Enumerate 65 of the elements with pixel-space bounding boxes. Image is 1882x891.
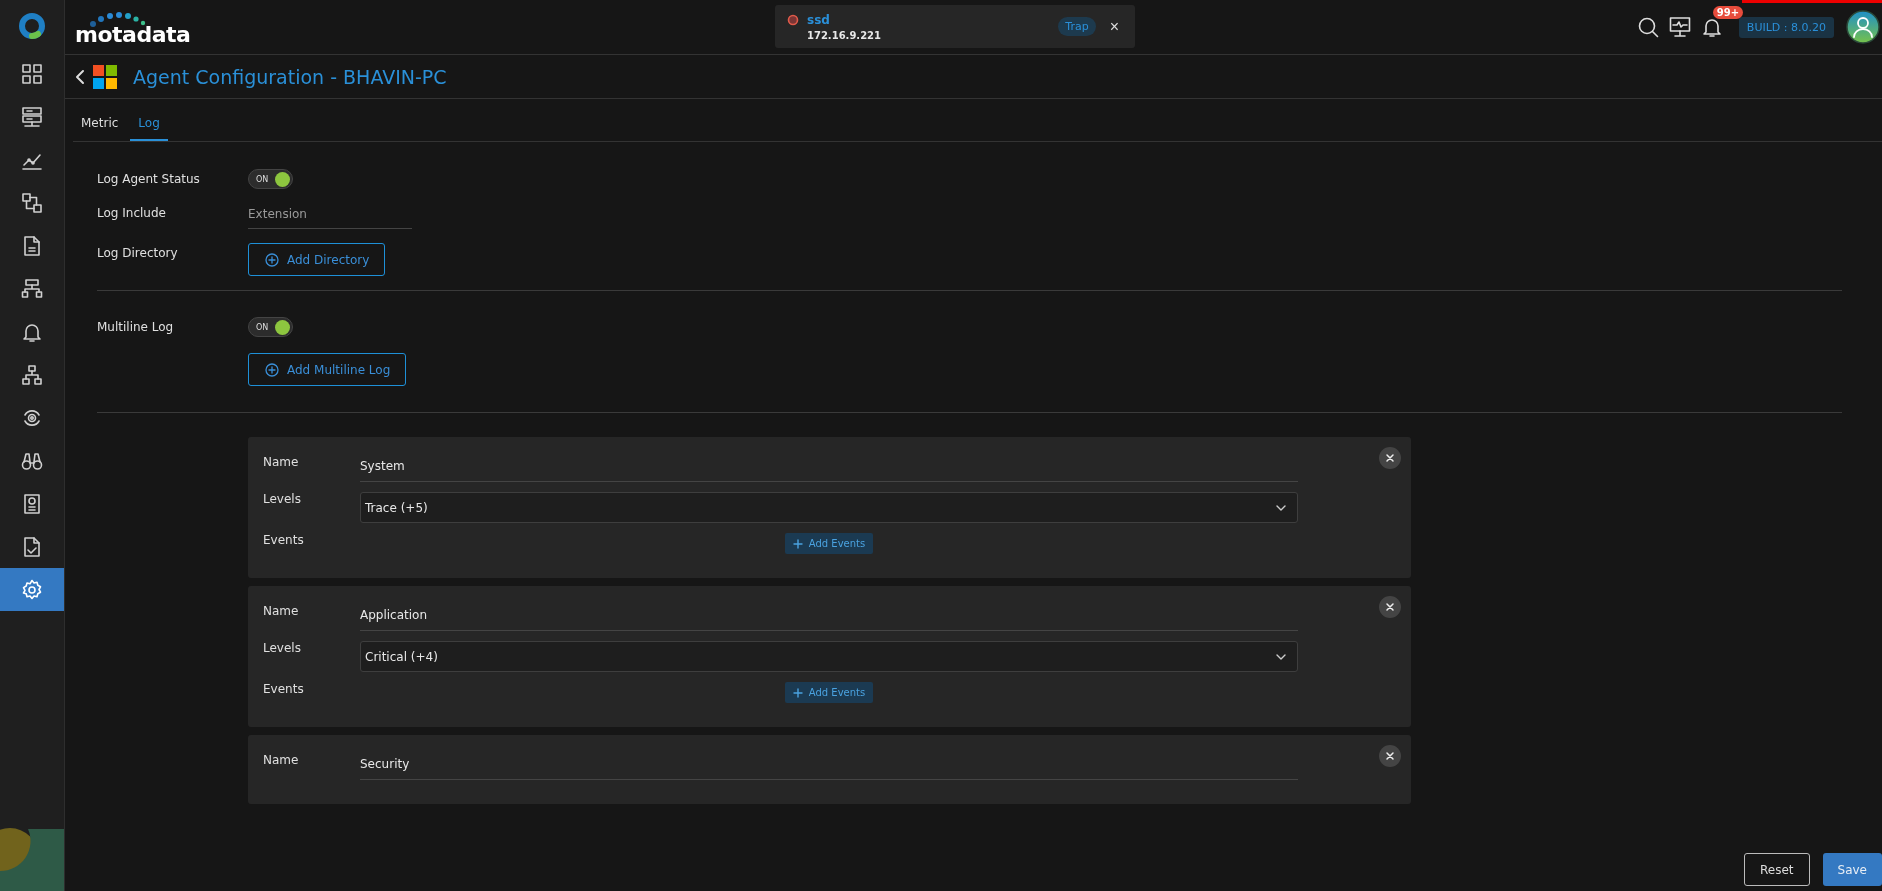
plus-icon bbox=[792, 687, 803, 698]
trap-tag: Trap bbox=[1058, 17, 1096, 36]
field-label: Log Include bbox=[97, 205, 167, 220]
reset-button[interactable]: Reset bbox=[1744, 853, 1810, 886]
name-field[interactable]: Security bbox=[360, 753, 1298, 780]
close-button[interactable]: × bbox=[1105, 17, 1123, 36]
field-label: Name bbox=[263, 753, 300, 767]
tab[interactable]: Metric bbox=[73, 99, 127, 141]
toggle-switch[interactable]: ON bbox=[248, 317, 293, 337]
add-directory-button[interactable]: Add Directory bbox=[248, 243, 386, 276]
add-events-button[interactable]: Add Events bbox=[784, 682, 874, 703]
app-logo-icon bbox=[18, 12, 46, 40]
save-button[interactable]: Save bbox=[1822, 853, 1882, 886]
field-label: Events bbox=[263, 533, 305, 547]
field-label: Multiline Log bbox=[97, 319, 175, 334]
server-icon bbox=[21, 105, 43, 128]
chevron-down-icon bbox=[1275, 503, 1287, 512]
hierarchy-icon bbox=[21, 363, 43, 386]
network-icon bbox=[21, 277, 43, 300]
levels-dropdown[interactable]: Critical (+4) bbox=[360, 641, 1298, 672]
close-button[interactable] bbox=[1379, 596, 1401, 618]
field-label: Log Agent Status bbox=[97, 171, 201, 186]
build-version: BUILD : 8.0.20 bbox=[1738, 16, 1834, 38]
toggle-switch[interactable]: ON bbox=[248, 169, 293, 189]
status-dot-icon bbox=[787, 14, 799, 26]
notification-title: ssd bbox=[807, 12, 831, 27]
grid-icon bbox=[21, 62, 43, 85]
settings-icon bbox=[21, 578, 43, 601]
plus-circle-icon bbox=[265, 362, 279, 377]
input-field[interactable]: Extension bbox=[248, 203, 412, 229]
chevron-down-icon bbox=[1275, 652, 1287, 661]
page-title: Agent Configuration - BHAVIN-PC bbox=[133, 65, 447, 88]
notification-count: 99+ bbox=[1712, 6, 1744, 19]
field-label: Log Directory bbox=[97, 245, 179, 260]
close-icon bbox=[1385, 602, 1395, 612]
close-icon bbox=[1385, 751, 1395, 761]
back-icon[interactable] bbox=[75, 68, 85, 85]
report-icon bbox=[21, 492, 43, 515]
monitor-icon[interactable] bbox=[1668, 16, 1691, 38]
flowchart-icon bbox=[21, 191, 43, 214]
sidebar-item[interactable] bbox=[0, 568, 64, 611]
name-field[interactable]: System bbox=[360, 455, 1298, 482]
brand-logo: motadata bbox=[75, 23, 191, 47]
close-icon bbox=[1385, 453, 1395, 463]
user-avatar-icon[interactable] bbox=[1846, 10, 1880, 44]
bell-icon[interactable] bbox=[1700, 16, 1723, 38]
plus-circle-icon bbox=[265, 252, 279, 267]
field-label: Levels bbox=[263, 641, 302, 655]
name-field[interactable]: Application bbox=[360, 604, 1298, 631]
field-label: Name bbox=[263, 604, 300, 618]
close-button[interactable] bbox=[1379, 447, 1401, 469]
search-icon[interactable] bbox=[1636, 16, 1659, 38]
document-icon bbox=[21, 234, 43, 257]
checklist-icon bbox=[21, 535, 43, 558]
field-label: Levels bbox=[263, 492, 302, 506]
field-label: Events bbox=[263, 682, 305, 696]
plus-icon bbox=[792, 538, 803, 549]
field-label: Name bbox=[263, 455, 300, 469]
tab[interactable]: Log bbox=[130, 99, 168, 141]
windows-logo-icon bbox=[93, 64, 117, 89]
add-multiline-log-button[interactable]: Add Multiline Log bbox=[248, 353, 407, 386]
close-button[interactable] bbox=[1379, 745, 1401, 767]
notification-address: 172.16.9.221 bbox=[807, 29, 883, 41]
levels-dropdown[interactable]: Trace (+5) bbox=[360, 492, 1298, 523]
add-events-button[interactable]: Add Events bbox=[784, 533, 874, 554]
